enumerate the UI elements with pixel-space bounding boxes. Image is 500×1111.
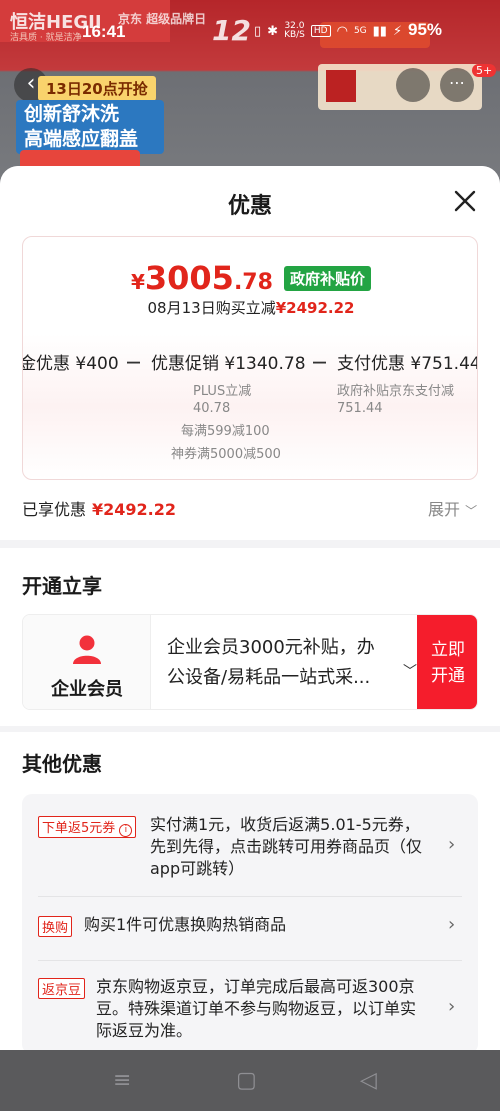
offers-list: 下单返5元券 i 实付满1元，收货后返满5.01-5元券， 先到先得，点击跳转可… xyxy=(22,794,478,1051)
info-icon[interactable]: i xyxy=(119,824,133,837)
offer-text: 购买1件可优惠换购热销商品 xyxy=(84,914,444,936)
feature-line-2: 高端感应翻盖 xyxy=(24,128,139,150)
status-time: 16:41 xyxy=(82,22,126,41)
chevron-right-icon: › xyxy=(448,914,456,935)
member-name: 企业会员 xyxy=(51,679,123,700)
member-description: 企业会员3000元补贴，办 公设备/易耗品一站式采... xyxy=(167,633,407,693)
expand-button[interactable]: 展开 ﹀ xyxy=(428,496,477,520)
gov-pay-discount-value: 751.44 xyxy=(337,401,383,416)
offer-line: 实付满1元，收货后返满5.01-5元券， xyxy=(150,815,420,834)
signal-5g-icon: 5G xyxy=(353,26,367,36)
charging-icon: ⚡ xyxy=(392,23,403,39)
notification-count: 5+ xyxy=(472,64,497,77)
offer-line: 豆。特殊渠道订单不参与购物返豆，以订单实 xyxy=(96,999,417,1018)
sheet-title: 优惠 xyxy=(227,194,272,219)
divider xyxy=(38,896,462,897)
wifi-icon: ◠ xyxy=(336,23,348,39)
offer-return-coupon[interactable]: 下单返5元券 i 实付满1元，收货后返满5.01-5元券， 先到先得，点击跳转可… xyxy=(38,814,462,878)
system-nav-bar: ≡ ▢ ◁ xyxy=(0,1050,500,1111)
enjoyed-label: 已享优惠 xyxy=(22,500,87,519)
signal-icon: ▮▮ xyxy=(372,23,387,39)
expand-label: 展开 xyxy=(428,500,461,519)
chevron-right-icon: › xyxy=(448,834,456,855)
close-icon[interactable] xyxy=(450,186,480,216)
offer-tag: 换购 xyxy=(38,916,73,937)
payment-discount: 支付优惠 ¥751.44 xyxy=(337,354,478,374)
vibrate-icon: ▯ xyxy=(254,23,262,39)
open-button-line-2: 开通 xyxy=(431,666,465,686)
hd-icon: HD xyxy=(310,25,331,37)
discount-prefix: 08月13日购买立减 xyxy=(147,299,276,317)
offer-tag-label: 下单返5元券 xyxy=(42,821,116,836)
open-button-line-1: 立即 xyxy=(431,640,465,660)
final-price-row: ¥3005.78 政府补贴价 xyxy=(23,259,477,297)
price-decimal: .78 xyxy=(233,270,273,295)
member-desc-line-1: 企业会员3000元补贴，办 xyxy=(167,637,375,658)
offer-line: 际返豆为准。 xyxy=(96,1021,193,1040)
gov-pay-discount-label: 政府补贴京东支付减 xyxy=(337,384,455,399)
chevron-down-icon: ﹀ xyxy=(465,504,478,518)
promotion-discount: 优惠促销 ¥1340.78 xyxy=(151,354,306,374)
member-desc-line-2: 公设备/易耗品一站式采... xyxy=(167,667,371,688)
offer-tag: 下单返5元券 i xyxy=(38,816,137,838)
divider xyxy=(38,960,462,961)
discount-summary: 08月13日购买立减¥2492.22 xyxy=(23,297,477,318)
member-badge: 企业会员 xyxy=(23,615,151,709)
feature-banner: 创新舒沐洗 高端感应翻盖 xyxy=(16,100,164,154)
price-integer: 3005 xyxy=(144,259,234,297)
minus-sign: － xyxy=(125,354,142,374)
chevron-right-icon: › xyxy=(448,996,456,1017)
plus-discount-label: PLUS立减 xyxy=(193,384,252,399)
price-breakdown-card: ¥3005.78 政府补贴价 08月13日购买立减¥2492.22 金优惠 ¥4… xyxy=(22,236,478,480)
enjoyed-discount-row: 已享优惠 ¥2492.22 xyxy=(22,496,176,520)
status-icons: ▯ ✱ 32.0 KB/S HD ◠ 5G ▮▮ ⚡ xyxy=(254,22,402,40)
person-icon xyxy=(73,635,101,664)
member-section: 开通立享 企业会员 企业会员3000元补贴，办 公设备/易耗品一站式采... ﹀… xyxy=(0,548,500,726)
open-membership-button[interactable]: 立即 开通 xyxy=(417,615,477,709)
offer-jd-beans[interactable]: 返京豆 京东购物返京豆，订单完成后最高可返300京 豆。特殊渠道订单不参与购物返… xyxy=(38,976,462,1046)
minus-sign: － xyxy=(311,354,328,374)
sale-date-tag: 13日20点开抢 xyxy=(38,76,156,101)
plus-discount-value: 40.78 xyxy=(193,401,231,416)
bluetooth-icon: ✱ xyxy=(267,23,279,39)
offer-text: 实付满1元，收货后返满5.01-5元券， 先到先得，点击跳转可用券商品页（仅 a… xyxy=(150,814,450,880)
offer-line: app可跳转） xyxy=(150,859,245,878)
breakdown-row: 金优惠 ¥400 － 优惠促销 ¥1340.78 － 支付优惠 ¥751.44 xyxy=(22,349,478,379)
speed-unit: KB/S xyxy=(284,30,305,40)
network-speed: 32.0 KB/S xyxy=(284,22,305,40)
enterprise-member-card[interactable]: 企业会员 企业会员3000元补贴，办 公设备/易耗品一站式采... ﹀ 立即 开… xyxy=(22,614,478,710)
enjoyed-amount: ¥2492.22 xyxy=(92,500,177,519)
battery-level: 95% xyxy=(408,20,443,39)
chevron-down-icon[interactable]: ﹀ xyxy=(403,661,417,681)
status-bar: 16:41 ▯ ✱ 32.0 KB/S HD ◠ 5G ▮▮ ⚡ 95% xyxy=(0,0,500,64)
offer-exchange[interactable]: 换购 购买1件可优惠换购热销商品 › xyxy=(38,914,462,944)
feature-line-1: 创新舒沐洗 xyxy=(24,103,120,125)
currency-symbol: ¥ xyxy=(130,270,145,294)
member-section-title: 开通立享 xyxy=(22,574,102,598)
final-price: ¥3005.78 xyxy=(131,259,273,297)
coupon-note: 神券满5000减500 xyxy=(171,447,281,462)
offer-line: 购买1件可优惠换购热销商品 xyxy=(84,915,287,934)
offer-text: 京东购物返京豆，订单完成后最高可返300京 豆。特殊渠道订单不参与购物返豆，以订… xyxy=(96,976,446,1042)
back-icon[interactable]: ◁ xyxy=(360,1068,377,1093)
offer-line: 先到先得，点击跳转可用券商品页（仅 xyxy=(150,837,423,856)
full-reduction-note: 每满599减100 xyxy=(181,424,270,439)
brand-logo xyxy=(326,70,356,102)
other-section-title: 其他优惠 xyxy=(22,752,102,776)
offer-tag: 返京豆 xyxy=(38,978,86,999)
discount-sheet: 优惠 ¥3005.78 政府补贴价 08月13日购买立减¥2492.22 金优惠… xyxy=(0,166,500,1051)
share-icon[interactable] xyxy=(396,68,430,102)
home-icon[interactable]: ▢ xyxy=(236,1068,257,1093)
coupon-discount: 金优惠 ¥400 xyxy=(22,354,119,374)
gov-subsidy-badge: 政府补贴价 xyxy=(284,265,372,291)
offer-line: 京东购物返京豆，订单完成后最高可返300京 xyxy=(96,977,415,996)
sheet-header-section: 优惠 ¥3005.78 政府补贴价 08月13日购买立减¥2492.22 金优惠… xyxy=(0,166,500,540)
discount-amount: ¥2492.22 xyxy=(275,299,355,317)
menu-icon[interactable]: ≡ xyxy=(113,1068,131,1093)
other-offers-section: 其他优惠 下单返5元券 i 实付满1元，收货后返满5.01-5元券， 先到先得，… xyxy=(0,732,500,1051)
more-icon[interactable]: ⋯ xyxy=(440,68,474,102)
